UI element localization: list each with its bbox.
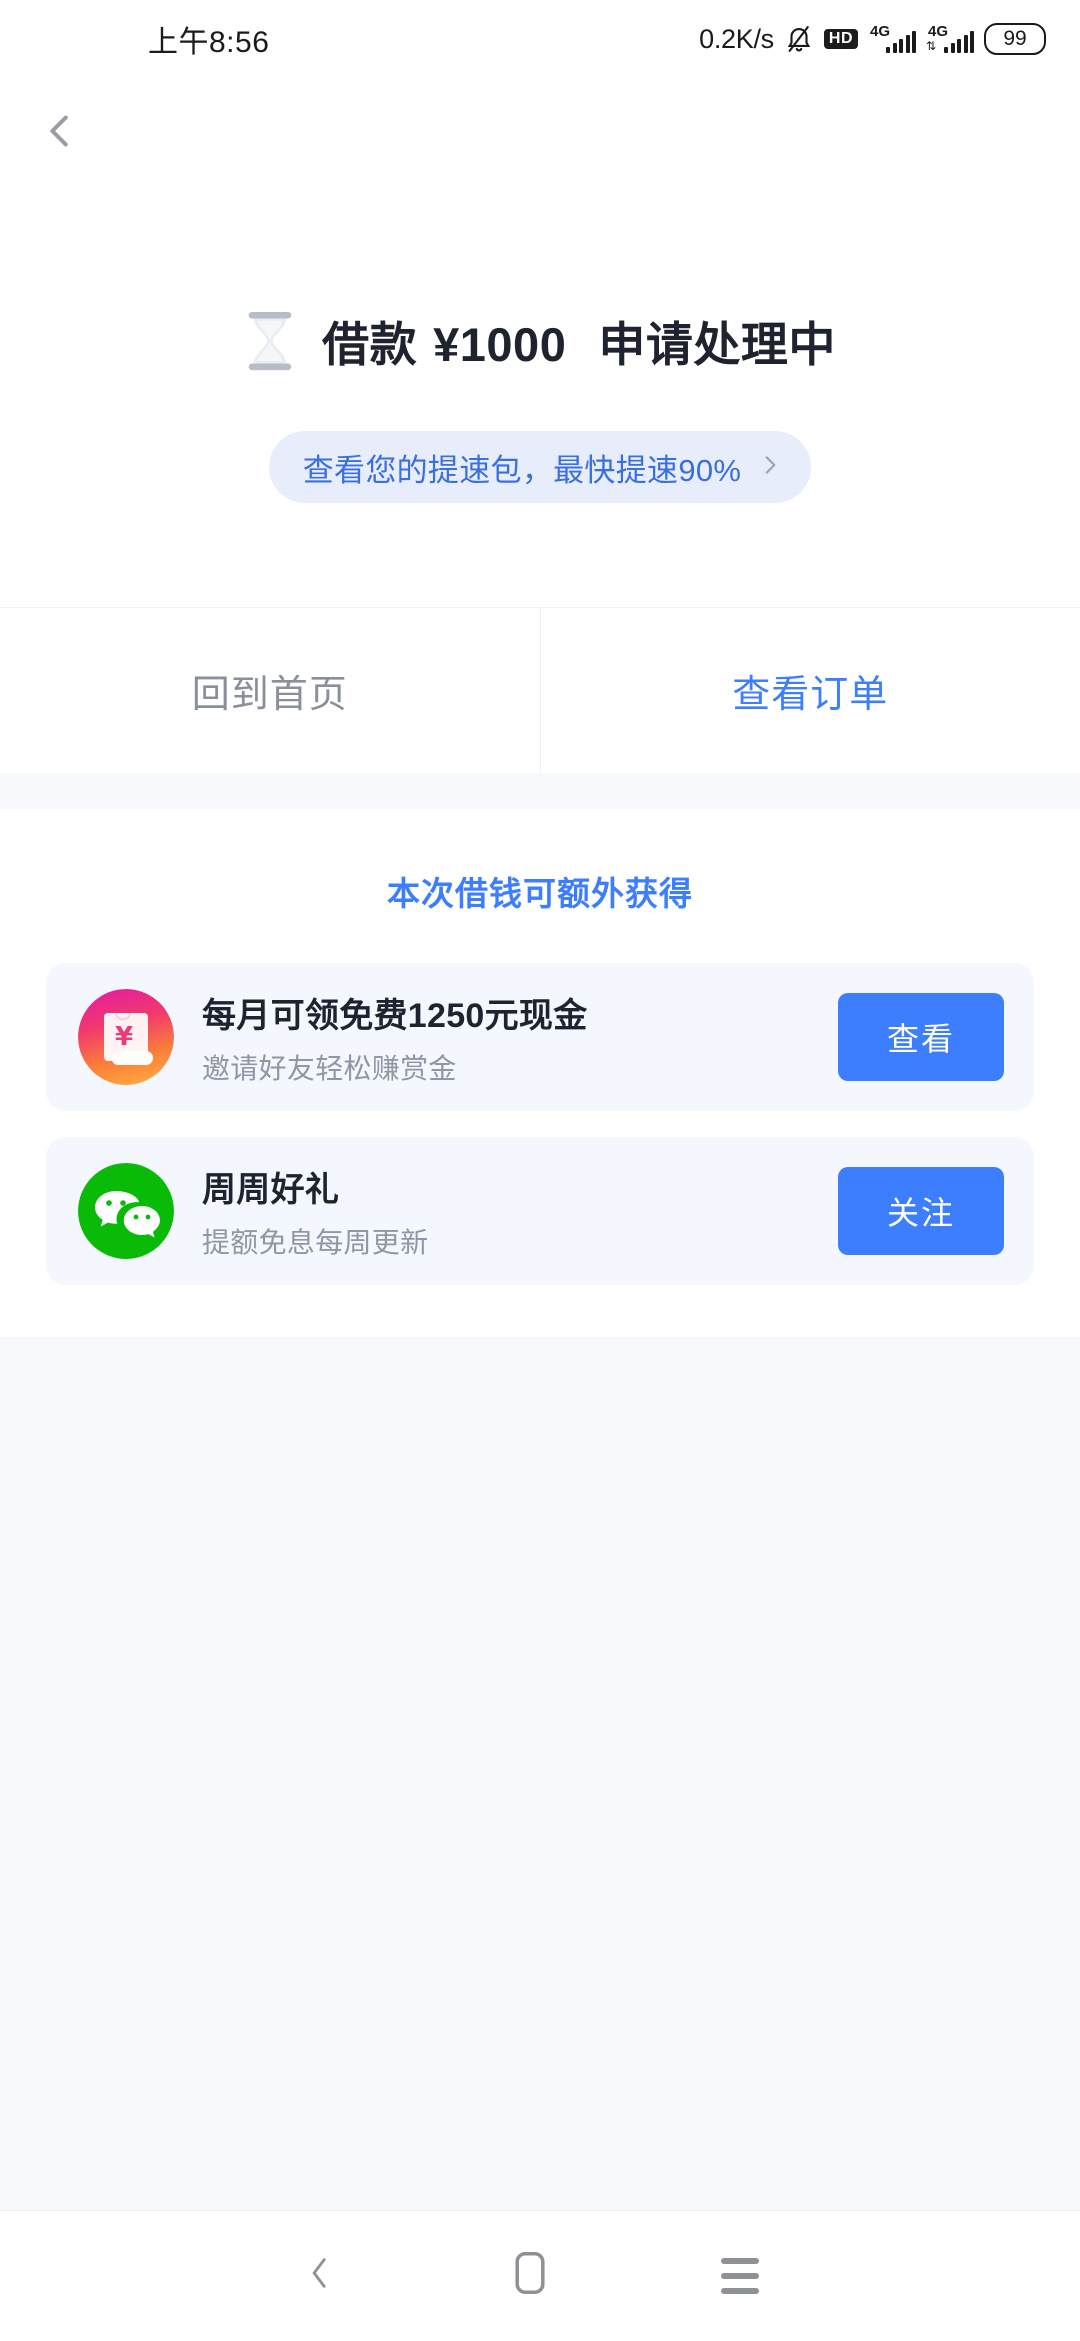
- system-navigation-bar: [0, 2210, 1080, 2340]
- loan-amount: ¥1000: [433, 318, 566, 371]
- data-transfer-icon: ⇅: [926, 40, 936, 52]
- reward-card-cash[interactable]: ¥ 每月可领免费1250元现金 邀请好友轻松赚赏金 查看: [46, 963, 1034, 1111]
- action-button-row: 回到首页 查看订单: [0, 607, 1080, 773]
- nav-back-icon: [300, 2250, 340, 2301]
- loan-title-prefix: 借款: [322, 318, 417, 371]
- section-divider-band: [0, 773, 1080, 809]
- svg-text:¥: ¥: [115, 1022, 133, 1052]
- reward-card-wechat-text: 周周好礼 提额免息每周更新: [202, 1162, 810, 1261]
- page-background-filler: [0, 1337, 1080, 2210]
- hourglass-icon: [244, 310, 296, 372]
- promo-banner-wrap: 查看您的提速包，最快提速90%: [0, 431, 1080, 503]
- nav-recents-icon: [721, 2258, 759, 2294]
- app-header: [0, 78, 1080, 188]
- sim1-signal-icon: 4G: [868, 26, 916, 53]
- sim2-network-label: 4G: [928, 24, 948, 39]
- reward-card-title: 周周好礼: [202, 1162, 810, 1211]
- reward-card-wechat-button[interactable]: 关注: [838, 1167, 1004, 1255]
- view-order-button[interactable]: 查看订单: [540, 608, 1080, 773]
- nav-home-button[interactable]: [425, 2211, 635, 2341]
- loan-status-text: 申请处理中: [598, 318, 836, 371]
- loan-status-title: 借款 ¥1000 申请处理中: [322, 306, 836, 375]
- reward-card-wechat[interactable]: 周周好礼 提额免息每周更新 关注: [46, 1137, 1034, 1285]
- reward-card-title: 每月可领免费1250元现金: [202, 988, 810, 1037]
- rewards-card-list: ¥ 每月可领免费1250元现金 邀请好友轻松赚赏金 查看: [0, 963, 1080, 1285]
- loan-status-row: 借款 ¥1000 申请处理中: [0, 306, 1080, 375]
- wechat-icon: [78, 1163, 174, 1259]
- chevron-right-icon: [757, 447, 783, 488]
- speedup-promo-banner[interactable]: 查看您的提速包，最快提速90%: [269, 431, 812, 503]
- hd-badge: HD: [824, 29, 858, 49]
- reward-card-subtitle: 邀请好友轻松赚赏金: [202, 1047, 810, 1087]
- battery-indicator: 99: [984, 23, 1046, 55]
- loan-status-hero: 借款 ¥1000 申请处理中 查看您的提速包，最快提速90%: [0, 188, 1080, 607]
- network-speed-label: 0.2K/s: [699, 24, 774, 55]
- speedup-promo-label: 查看您的提速包，最快提速90%: [303, 445, 742, 490]
- phone-screen: 上午8:56 0.2K/s HD 4G 4G ⇅ 99: [0, 0, 1080, 2340]
- chevron-left-icon: [37, 108, 83, 159]
- nav-home-icon: [514, 2250, 546, 2301]
- reward-card-subtitle: 提额免息每周更新: [202, 1221, 810, 1261]
- nav-back-button[interactable]: [215, 2211, 425, 2341]
- back-to-home-button[interactable]: 回到首页: [0, 608, 540, 773]
- reward-card-cash-button[interactable]: 查看: [838, 993, 1004, 1081]
- sim1-network-label: 4G: [870, 24, 890, 39]
- nav-recents-button[interactable]: [635, 2211, 845, 2341]
- sim2-signal-icon: 4G ⇅: [926, 26, 974, 53]
- reward-card-cash-text: 每月可领免费1250元现金 邀请好友轻松赚赏金: [202, 988, 810, 1087]
- rewards-section-title: 本次借钱可额外获得: [0, 867, 1080, 915]
- rewards-section: 本次借钱可额外获得: [0, 809, 1080, 1337]
- status-bar-time: 上午8:56: [148, 17, 269, 61]
- cash-voucher-icon: ¥: [78, 989, 174, 1085]
- bell-muted-icon: [784, 23, 814, 55]
- header-back-button[interactable]: [0, 78, 120, 188]
- status-bar: 上午8:56 0.2K/s HD 4G 4G ⇅ 99: [0, 0, 1080, 78]
- status-bar-icons: 0.2K/s HD 4G 4G ⇅ 99: [699, 23, 1046, 55]
